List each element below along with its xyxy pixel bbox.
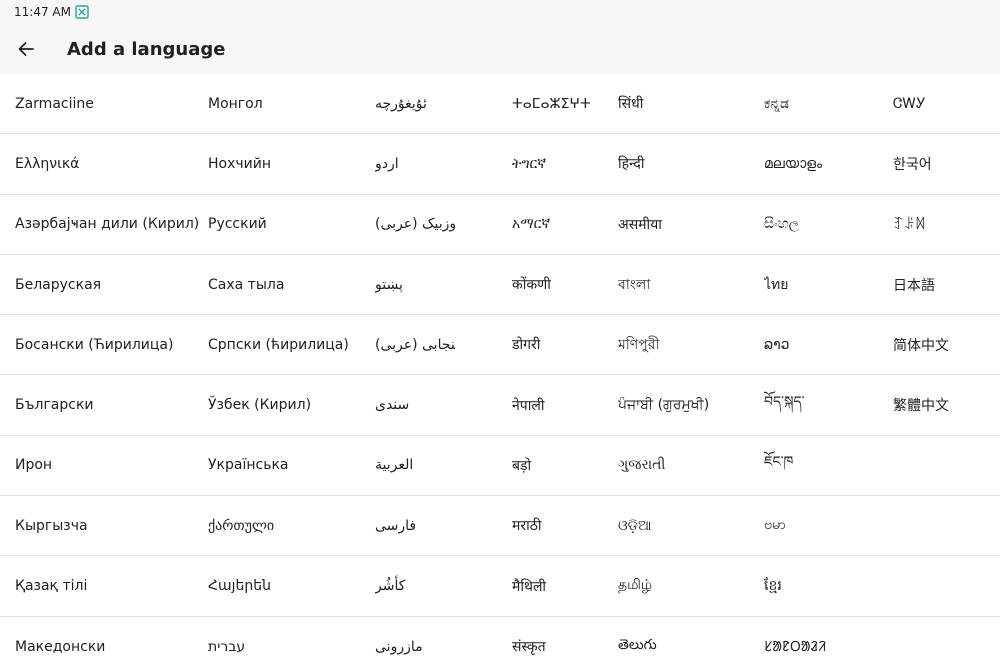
language-option[interactable]: ಕನ್ನಡ <box>764 74 884 133</box>
language-option[interactable]: Қазақ тілі <box>15 556 200 615</box>
language-option[interactable]: ខ្មែរ <box>764 556 884 615</box>
language-row: Қазақ тілі Հայերեն کأشُر मैथिली தமிழ் ខ្មែរ <box>0 556 1000 617</box>
language-option[interactable]: ਪੰਜਾਬੀ (ਗੁਰਮੁਖੀ) <box>618 375 758 434</box>
language-option[interactable]: Монгол <box>208 74 368 133</box>
language-option[interactable]: Нохчийн <box>208 134 368 193</box>
language-option[interactable]: پنجابی (عربی) <box>375 315 455 374</box>
language-option[interactable]: মণিপুরী <box>618 315 758 374</box>
language-option[interactable]: ꆈꌠꉙ <box>893 195 998 254</box>
language-option[interactable]: डोगरी <box>512 315 612 374</box>
language-option[interactable]: Македонски <box>15 617 200 667</box>
language-option <box>893 496 998 555</box>
language-option[interactable]: ⵜⴰⵎⴰⵣⵉⵖⵜ <box>512 74 612 133</box>
language-option[interactable]: Српски (ћирилица) <box>208 315 368 374</box>
language-row: Азәрбајҹан дили (Кирил) Русский اوزبیک (عر… <box>0 195 1000 255</box>
language-option[interactable]: اردو <box>375 134 455 193</box>
language-option[interactable]: עברית <box>208 617 368 667</box>
language-option[interactable]: Босански (Ћирилица) <box>15 315 200 374</box>
language-option[interactable]: ဗမာ <box>764 496 884 555</box>
app-bar: Add a language <box>0 24 1000 74</box>
language-option[interactable]: Zarmaciine <box>15 74 200 133</box>
language-option[interactable]: Беларуская <box>15 255 200 314</box>
language-option[interactable]: Ўзбек (Кирил) <box>208 375 368 434</box>
language-option[interactable]: ᱥᱟᱱᱛᱟᱲᱤ <box>764 617 884 667</box>
language-option[interactable]: संस्कृत <box>512 617 612 667</box>
language-option[interactable]: कोंकणी <box>512 255 612 314</box>
language-option[interactable]: 繁體中文 <box>893 375 998 434</box>
language-option[interactable]: Български <box>15 375 200 434</box>
language-option[interactable]: کأشُر <box>375 556 455 615</box>
language-option[interactable]: मैथिली <box>512 556 612 615</box>
language-option[interactable]: ئۇيغۇرچە <box>375 74 455 133</box>
language-option <box>893 556 998 615</box>
language-row: Босански (Ћирилица) Српски (ћирилица) پنجا… <box>0 315 1000 376</box>
page-title: Add a language <box>67 38 226 60</box>
language-option[interactable]: ქართული <box>208 496 368 555</box>
language-grid: Zarmaciine Монгол ئۇيغۇرچە ⵜⴰⵎⴰⵣⵉⵖⵜ सिंधी ಕನ್… <box>0 74 1000 667</box>
add-language-screen: 11:47 AM Add a language Zarmaciine Монгол… <box>0 0 1000 667</box>
language-option[interactable]: བོད་སྐད་ <box>764 375 884 434</box>
language-row: Македонски עברית مازرونی संस्कृत తెలుగు ᱥᱟᱱᱛᱟ… <box>0 617 1000 667</box>
language-option[interactable]: Հայերեն <box>208 556 368 615</box>
language-option[interactable]: ລາວ <box>764 315 884 374</box>
language-option[interactable]: 日本語 <box>893 255 998 314</box>
language-option[interactable]: Кыргызча <box>15 496 200 555</box>
language-row: Български Ўзбек (Кирил) سندی नेपाली ਪੰਜਾਬੀ (… <box>0 375 1000 436</box>
language-option[interactable]: मराठी <box>512 496 612 555</box>
language-row: Беларуская Саха тыла پښتو कोंकणी বাংলা ไทย 日本語 <box>0 255 1000 316</box>
language-option <box>893 436 998 495</box>
language-option[interactable]: Русский <box>208 195 368 254</box>
language-row: Кыргызча ქართული فارسی मराठी ଓଡ଼ିଆ ဗမာ <box>0 496 1000 557</box>
language-option[interactable]: తెలుగు <box>618 617 758 667</box>
language-row: Ирон Українська العربية बड़ो ગુજરાતી ཇོང་ཁ <box>0 436 1000 497</box>
language-option[interactable]: বাংলা <box>618 255 758 314</box>
language-option[interactable]: Саха тыла <box>208 255 368 314</box>
language-option[interactable]: Українська <box>208 436 368 495</box>
language-option[interactable]: پښتو <box>375 255 455 314</box>
language-option[interactable]: සිංහල <box>764 195 884 254</box>
language-option[interactable]: ཇོང་ཁ <box>764 436 884 495</box>
language-row: Zarmaciine Монгол ئۇيغۇرچە ⵜⴰⵎⴰⵣⵉⵖⵜ सिंधी ಕನ್… <box>0 74 1000 135</box>
language-option[interactable]: ଓଡ଼ିଆ <box>618 496 758 555</box>
language-row: Ελληνικά Нохчийн اردو ትግርኛ हिन्दी മലയാളം 한국어 <box>0 134 1000 195</box>
language-option[interactable]: बड़ो <box>512 436 612 495</box>
back-button[interactable] <box>14 37 38 61</box>
language-option[interactable]: सिंधी <box>618 74 758 133</box>
language-option[interactable]: தமிழ் <box>618 556 758 615</box>
status-time: 11:47 AM <box>14 5 71 19</box>
status-bar: 11:47 AM <box>0 0 1000 24</box>
language-option[interactable]: اوزبیک (عربی) <box>375 195 455 254</box>
language-option[interactable]: سندی <box>375 375 455 434</box>
language-option[interactable]: مازرونی <box>375 617 455 667</box>
x-box-icon <box>75 5 89 19</box>
language-option[interactable]: العربية <box>375 436 455 495</box>
language-option <box>893 617 998 667</box>
language-option[interactable]: 简体中文 <box>893 315 998 374</box>
language-option[interactable]: Ирон <box>15 436 200 495</box>
language-option[interactable]: असमीया <box>618 195 758 254</box>
language-option[interactable]: हिन्दी <box>618 134 758 193</box>
language-option[interactable]: ᏣᎳᎩ <box>893 74 998 133</box>
language-option[interactable]: ગુજરાતી <box>618 436 758 495</box>
language-option[interactable]: Азәрбајҹан дили (Кирил) <box>15 195 200 254</box>
language-option[interactable]: 한국어 <box>893 134 998 193</box>
language-option[interactable]: ไทย <box>764 255 884 314</box>
language-option[interactable]: Ελληνικά <box>15 134 200 193</box>
language-option[interactable]: فارسی <box>375 496 455 555</box>
arrow-back-icon <box>16 39 36 59</box>
language-option[interactable]: ትግርኛ <box>512 134 612 193</box>
language-option[interactable]: नेपाली <box>512 375 612 434</box>
language-option[interactable]: മലയാളം <box>764 134 884 193</box>
language-option[interactable]: አማርኛ <box>512 195 612 254</box>
